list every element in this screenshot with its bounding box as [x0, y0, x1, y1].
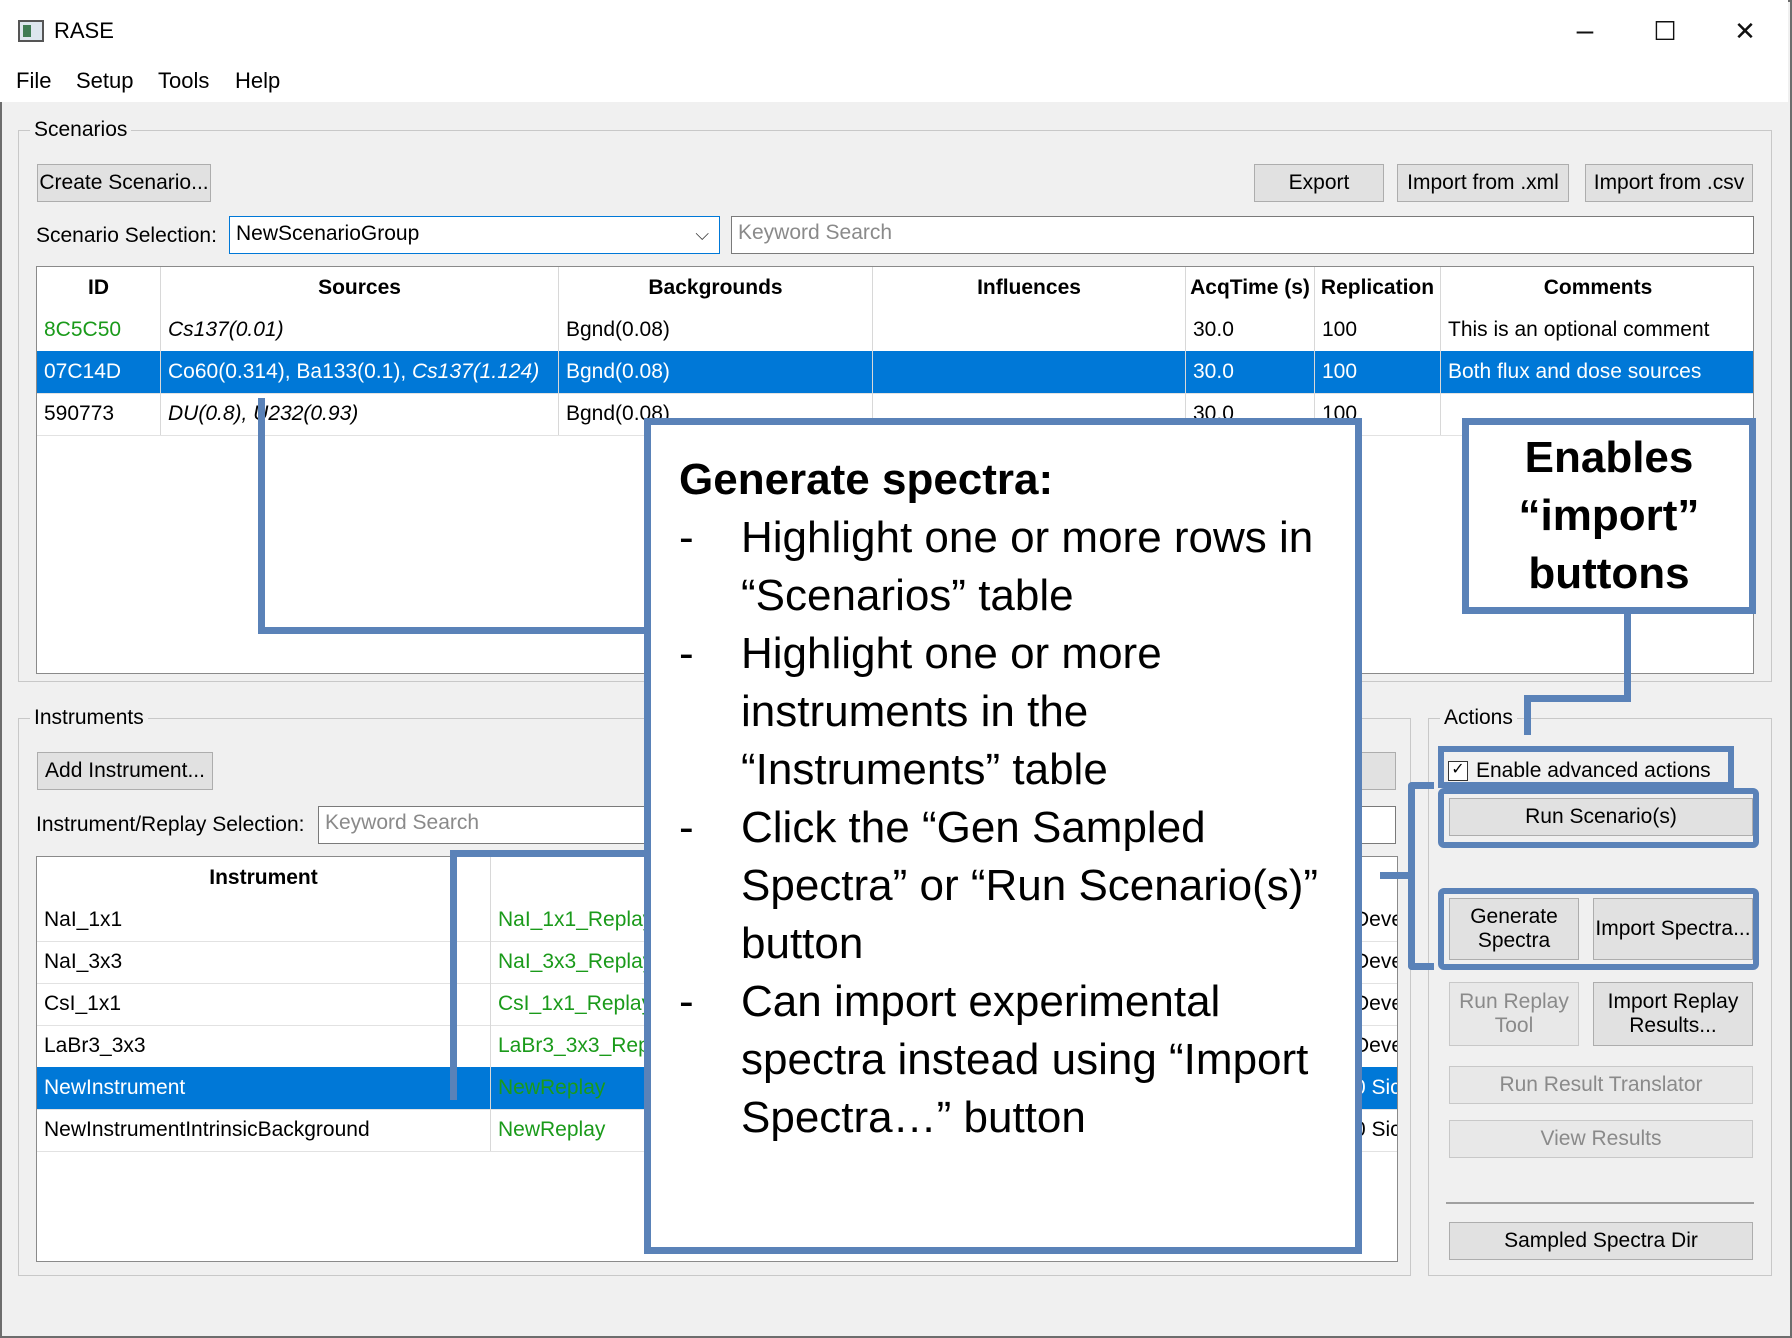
menu-tools[interactable]: Tools — [158, 68, 209, 94]
add-instrument-button[interactable]: Add Instrument... — [37, 752, 213, 790]
view-results-button[interactable]: View Results — [1449, 1120, 1753, 1158]
annotation-bracket — [1408, 782, 1434, 970]
col-comments[interactable]: Comments — [1441, 267, 1753, 309]
instrument-name: NewInstrument — [37, 1067, 491, 1109]
annotation-callout-body: Generate spectra: - Highlight one or more… — [679, 451, 1337, 1147]
instrument-name: NewInstrumentIntrinsicBackground — [37, 1109, 491, 1151]
app-icon — [18, 20, 44, 42]
scenario-acqtime: 30.0 — [1186, 351, 1315, 393]
callout-bullet-text: Click the “Gen Sampled Spectra” or “Run … — [741, 803, 1319, 968]
col-replication[interactable]: Replication — [1315, 267, 1441, 309]
scenario-search-input[interactable]: Keyword Search — [731, 216, 1754, 254]
instrument-name: LaBr3_3x3 — [37, 1025, 491, 1067]
instrument-name: NaI_1x1 — [37, 899, 491, 941]
annotation-connector — [1524, 695, 1531, 735]
menu-setup[interactable]: Setup — [76, 68, 134, 94]
scenario-sources: DU(0.8), U232(0.93) — [161, 393, 559, 435]
close-icon[interactable]: ✕ — [1710, 6, 1780, 56]
instrument-name: CsI_1x1 — [37, 983, 491, 1025]
scenario-selection-label: Scenario Selection: — [36, 224, 217, 247]
annotation-connector — [450, 850, 650, 857]
menu-file[interactable]: File — [16, 68, 51, 94]
scenario-influences — [873, 351, 1186, 393]
annotation-highlight-checkbox — [1438, 746, 1734, 788]
col-instrument[interactable]: Instrument — [37, 857, 491, 899]
scenario-comments: This is an optional comment — [1448, 318, 1710, 341]
scenario-backgrounds: Bgnd(0.08) — [559, 309, 873, 351]
col-influences[interactable]: Influences — [873, 267, 1186, 309]
chevron-down-icon: ⌵ — [695, 224, 709, 244]
actions-group-title: Actions — [1440, 706, 1517, 730]
scenario-id: 590773 — [37, 393, 161, 435]
scenario-sources: Co60(0.314), Ba133(0.1), Cs137(1.124) — [161, 351, 559, 393]
create-scenario-button[interactable]: Create Scenario... — [37, 164, 211, 202]
scenario-id: 07C14D — [37, 351, 161, 393]
menu-help[interactable]: Help — [235, 68, 280, 94]
run-result-translator-button[interactable]: Run Result Translator — [1449, 1066, 1753, 1104]
scenario-influences — [873, 309, 1186, 351]
scenario-replication: 100 — [1315, 351, 1441, 393]
col-acqtime[interactable]: AcqTime (s) — [1186, 267, 1315, 309]
callout-bullet: - Can import experimental spectra instead… — [679, 977, 1309, 1142]
annotation-connector — [258, 398, 265, 634]
callout-bullet: - Click the “Gen Sampled Spectra” or “Run… — [679, 803, 1319, 968]
instrument-name: NaI_3x3 — [37, 941, 491, 983]
scenario-selection-combo[interactable]: NewScenarioGroup ⌵ — [229, 216, 720, 254]
annotation-enables-box: Enables “import” buttons — [1462, 418, 1756, 614]
window-title: RASE — [54, 18, 114, 43]
callout-heading: Generate spectra: — [679, 455, 1054, 504]
table-row[interactable]: 8C5C50 Cs137(0.01) Bgnd(0.08) 30.0 100 T… — [37, 309, 1753, 352]
run-replay-tool-button[interactable]: Run Replay Tool — [1449, 982, 1579, 1046]
scenario-backgrounds: Bgnd(0.08) — [559, 351, 873, 393]
callout-bullet: - Highlight one or more rows in “Scenario… — [679, 513, 1314, 620]
annotation-connector — [1524, 695, 1631, 702]
callout-bullet-text: Highlight one or more rows in “Scenarios… — [741, 513, 1314, 620]
col-backgrounds[interactable]: Backgrounds — [559, 267, 873, 309]
col-sources[interactable]: Sources — [161, 267, 559, 309]
menu-bar: File Setup Tools Help — [0, 62, 1788, 102]
col-id[interactable]: ID — [37, 267, 161, 309]
annotation-highlight-generate — [1438, 888, 1759, 970]
export-button[interactable]: Export — [1254, 164, 1384, 202]
instruments-group-title: Instruments — [30, 706, 148, 730]
instrument-selection-label: Instrument/Replay Selection: — [36, 813, 305, 836]
annotation-highlight-run — [1438, 788, 1759, 848]
callout-bullet: - Highlight one or more instruments in th… — [679, 629, 1162, 794]
actions-divider — [1446, 1202, 1754, 1204]
annotation-connector — [450, 850, 457, 1100]
annotation-connector — [1624, 612, 1631, 702]
callout-bullet-text: Can import experimental spectra instead … — [741, 977, 1309, 1142]
annotation-enables-text: Enables “import” buttons — [1518, 433, 1700, 598]
callout-bullet-text: Highlight one or more instruments in the… — [741, 629, 1162, 794]
import-csv-button[interactable]: Import from .csv — [1585, 164, 1753, 202]
import-xml-button[interactable]: Import from .xml — [1397, 164, 1569, 202]
annotation-connector — [1380, 872, 1408, 879]
scenario-selection-value: NewScenarioGroup — [236, 222, 420, 245]
annotation-connector — [258, 627, 650, 634]
annotation-callout: Generate spectra: - Highlight one or more… — [644, 418, 1362, 1254]
scenario-sources: Cs137(0.01) — [161, 309, 559, 351]
import-replay-results-button[interactable]: Import Replay Results... — [1593, 982, 1753, 1046]
scenario-replication: 100 — [1315, 309, 1441, 351]
scenario-acqtime: 30.0 — [1186, 309, 1315, 351]
sampled-spectra-dir-button[interactable]: Sampled Spectra Dir — [1449, 1222, 1753, 1260]
maximize-icon[interactable]: ☐ — [1630, 6, 1700, 56]
scenario-sources-dose: Cs137(1.124) — [411, 360, 540, 383]
scenario-comments: Both flux and dose sources — [1448, 360, 1702, 383]
title-bar: RASE – ☐ ✕ — [0, 0, 1788, 62]
table-row-selected[interactable]: 07C14D Co60(0.314), Ba133(0.1), Cs137(1.… — [37, 351, 1753, 394]
scenarios-group-title: Scenarios — [30, 118, 132, 142]
scenario-sources-part: Co60(0.314), Ba133(0.1), — [168, 360, 412, 383]
minimize-icon[interactable]: – — [1550, 6, 1620, 56]
scenario-id: 8C5C50 — [37, 309, 161, 351]
